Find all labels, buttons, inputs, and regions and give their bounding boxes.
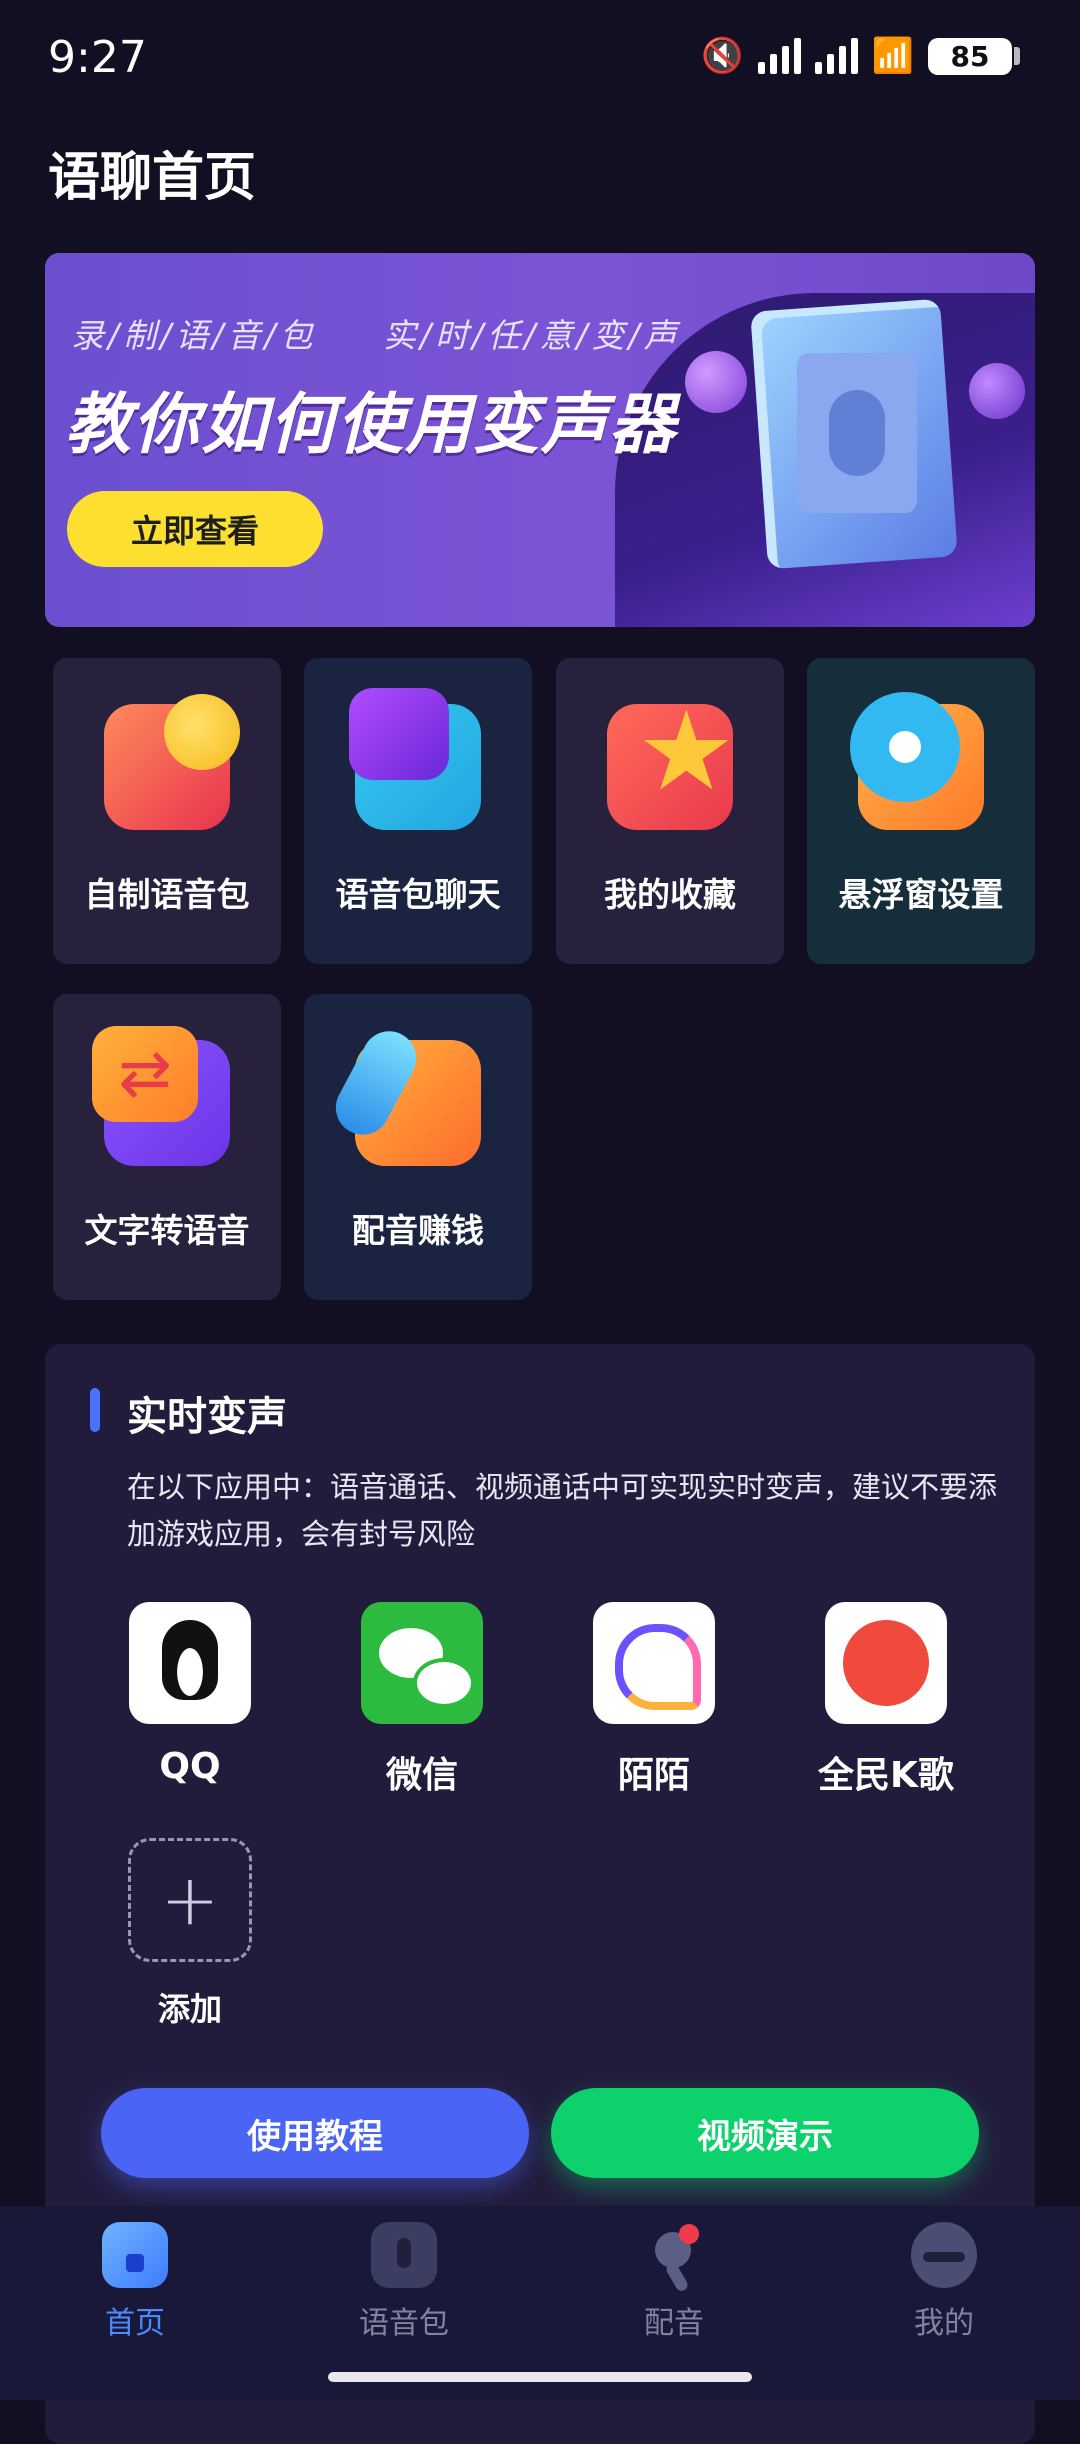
tool-custom-voice-pack[interactable]: 自制语音包 [53, 658, 281, 964]
tool-dub-earn-money[interactable]: 配音赚钱 [304, 994, 532, 1300]
kge-icon [825, 1602, 947, 1724]
section-accent-bar [90, 1388, 100, 1432]
signal-icon-2 [814, 38, 858, 74]
promo-banner[interactable]: 录/制/语/音/包 实/时/任/意/变/声 教你如何使用变声器 立即查看 [45, 253, 1035, 627]
banner-subtitle-right: 实/时/任/意/变/声 [383, 316, 681, 355]
mute-icon: 🔇 [701, 36, 744, 76]
app-name: 陌陌 [617, 1755, 690, 1796]
battery-icon: 85 [928, 37, 1020, 75]
momo-icon [593, 1602, 715, 1724]
app-momo[interactable]: 陌陌 [554, 1602, 754, 1798]
tool-voice-pack-chat[interactable]: 语音包聊天 [304, 658, 532, 964]
profile-icon [911, 2222, 977, 2288]
tool-label: 文字转语音 [84, 1211, 250, 1250]
nav-label: 我的 [914, 2306, 974, 2341]
nav-label: 首页 [105, 2306, 165, 2341]
app-name: 全民K歌 [818, 1755, 954, 1796]
nav-label: 语音包 [359, 2306, 449, 2341]
home-indicator[interactable] [328, 2372, 752, 2382]
voice-chat-icon [349, 688, 481, 830]
mic-icon [104, 694, 240, 830]
home-icon [102, 2222, 168, 2288]
microphone-icon [797, 353, 917, 513]
bottom-nav: 首页 语音包 配音 我的 [0, 2206, 1080, 2400]
nav-home[interactable]: 首页 [45, 2222, 225, 2342]
tool-label: 配音赚钱 [352, 1211, 484, 1250]
app-name: QQ [159, 1746, 221, 1787]
tool-label: 悬浮窗设置 [838, 875, 1004, 914]
star-icon [607, 696, 736, 830]
view-now-button[interactable]: 立即查看 [67, 491, 323, 567]
voice-pack-icon [371, 2222, 437, 2288]
add-label: 添加 [157, 1990, 222, 2028]
banner-subtitle-left: 录/制/语/音/包 [71, 316, 317, 355]
notification-dot [679, 2224, 699, 2244]
page-title: 语聊首页 [48, 148, 257, 208]
add-app-button[interactable]: + 添加 [90, 1838, 290, 2030]
tool-text-to-speech[interactable]: 文字转语音 [53, 994, 281, 1300]
battery-level: 85 [928, 37, 1012, 75]
banner-headline: 教你如何使用变声器 [65, 386, 677, 463]
plus-icon: + [128, 1838, 252, 1962]
app-name: 微信 [385, 1755, 458, 1796]
nav-voice-pack[interactable]: 语音包 [314, 2222, 494, 2342]
planet-icon-2 [969, 363, 1025, 419]
microphone-nav-icon [641, 2222, 707, 2288]
video-demo-button[interactable]: 视频演示 [551, 2088, 979, 2178]
tool-label: 语音包聊天 [335, 875, 501, 914]
dub-money-icon [355, 1040, 481, 1166]
section-description: 在以下应用中：语音通话、视频通话中可实现实时变声，建议不要添加游戏应用，会有封号… [127, 1470, 998, 1551]
nav-label: 配音 [644, 2306, 704, 2341]
qq-icon [129, 1602, 251, 1724]
tutorial-button[interactable]: 使用教程 [101, 2088, 529, 2178]
tool-label: 自制语音包 [84, 875, 250, 914]
status-bar: 9:27 🔇 📶 85 [0, 0, 1080, 120]
app-qq[interactable]: QQ [90, 1602, 290, 1787]
app-quanmin-kge[interactable]: 全民K歌 [786, 1602, 986, 1798]
section-title: 实时变声 [127, 1394, 287, 1440]
app-wechat[interactable]: 微信 [322, 1602, 522, 1798]
gear-icon [850, 692, 984, 830]
nav-dubbing[interactable]: 配音 [584, 2222, 764, 2342]
swap-icon [92, 1026, 230, 1166]
planet-icon [685, 351, 747, 413]
signal-icon [757, 38, 801, 74]
tool-my-favorites[interactable]: 我的收藏 [556, 658, 784, 964]
nav-me[interactable]: 我的 [854, 2222, 1034, 2342]
tool-floating-window-settings[interactable]: 悬浮窗设置 [807, 658, 1035, 964]
tool-label: 我的收藏 [604, 875, 736, 914]
wifi-icon: 📶 [871, 36, 914, 76]
status-icons: 🔇 📶 85 [701, 36, 1020, 76]
status-time: 9:27 [48, 32, 147, 83]
wechat-icon [361, 1602, 483, 1724]
